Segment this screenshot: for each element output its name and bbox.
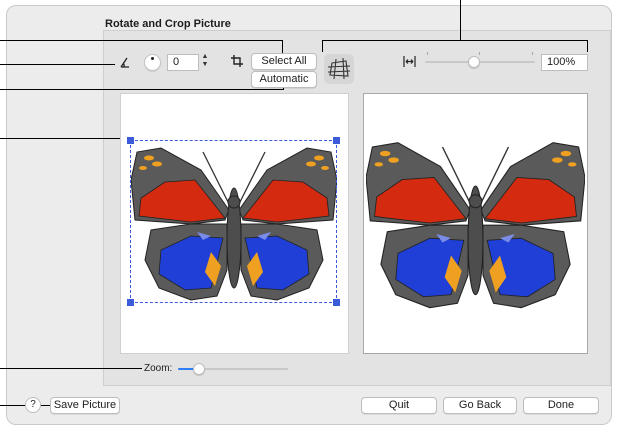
scale-slider-knob[interactable] — [468, 56, 480, 68]
scale-slider[interactable] — [425, 52, 535, 68]
angle-stepper[interactable]: ▲ ▼ — [200, 53, 210, 71]
quit-button[interactable]: Quit — [361, 397, 437, 414]
crop-handle-bottom-left[interactable] — [127, 299, 134, 306]
select-all-button[interactable]: Select All — [251, 53, 317, 70]
help-button[interactable]: ? — [25, 397, 41, 413]
crop-handle-bottom-right[interactable] — [333, 299, 340, 306]
crop-handle-top-left[interactable] — [127, 137, 134, 144]
dialog-title: Rotate and Crop Picture — [105, 18, 231, 30]
scale-field[interactable]: 100% — [541, 54, 588, 71]
zoom-slider[interactable] — [178, 363, 288, 375]
angle-field[interactable]: 0 — [167, 54, 199, 71]
perspective-icon — [327, 57, 351, 80]
crop-handle-top-right[interactable] — [333, 137, 340, 144]
go-back-button[interactable]: Go Back — [443, 397, 517, 414]
angle-icon — [120, 57, 129, 68]
perspective-button[interactable] — [324, 54, 354, 84]
rotation-dial-icon[interactable] — [144, 54, 161, 71]
crop-rectangle[interactable] — [130, 140, 337, 303]
butterfly-result-image — [366, 141, 585, 309]
fit-width-icon — [403, 56, 416, 67]
zoom-label: Zoom: — [144, 363, 173, 374]
automatic-button[interactable]: Automatic — [251, 71, 317, 88]
done-button[interactable]: Done — [523, 397, 599, 414]
save-picture-button[interactable]: Save Picture — [50, 397, 120, 414]
help-icon: ? — [30, 399, 36, 410]
crop-icon — [231, 55, 243, 67]
zoom-slider-knob[interactable] — [193, 363, 205, 375]
